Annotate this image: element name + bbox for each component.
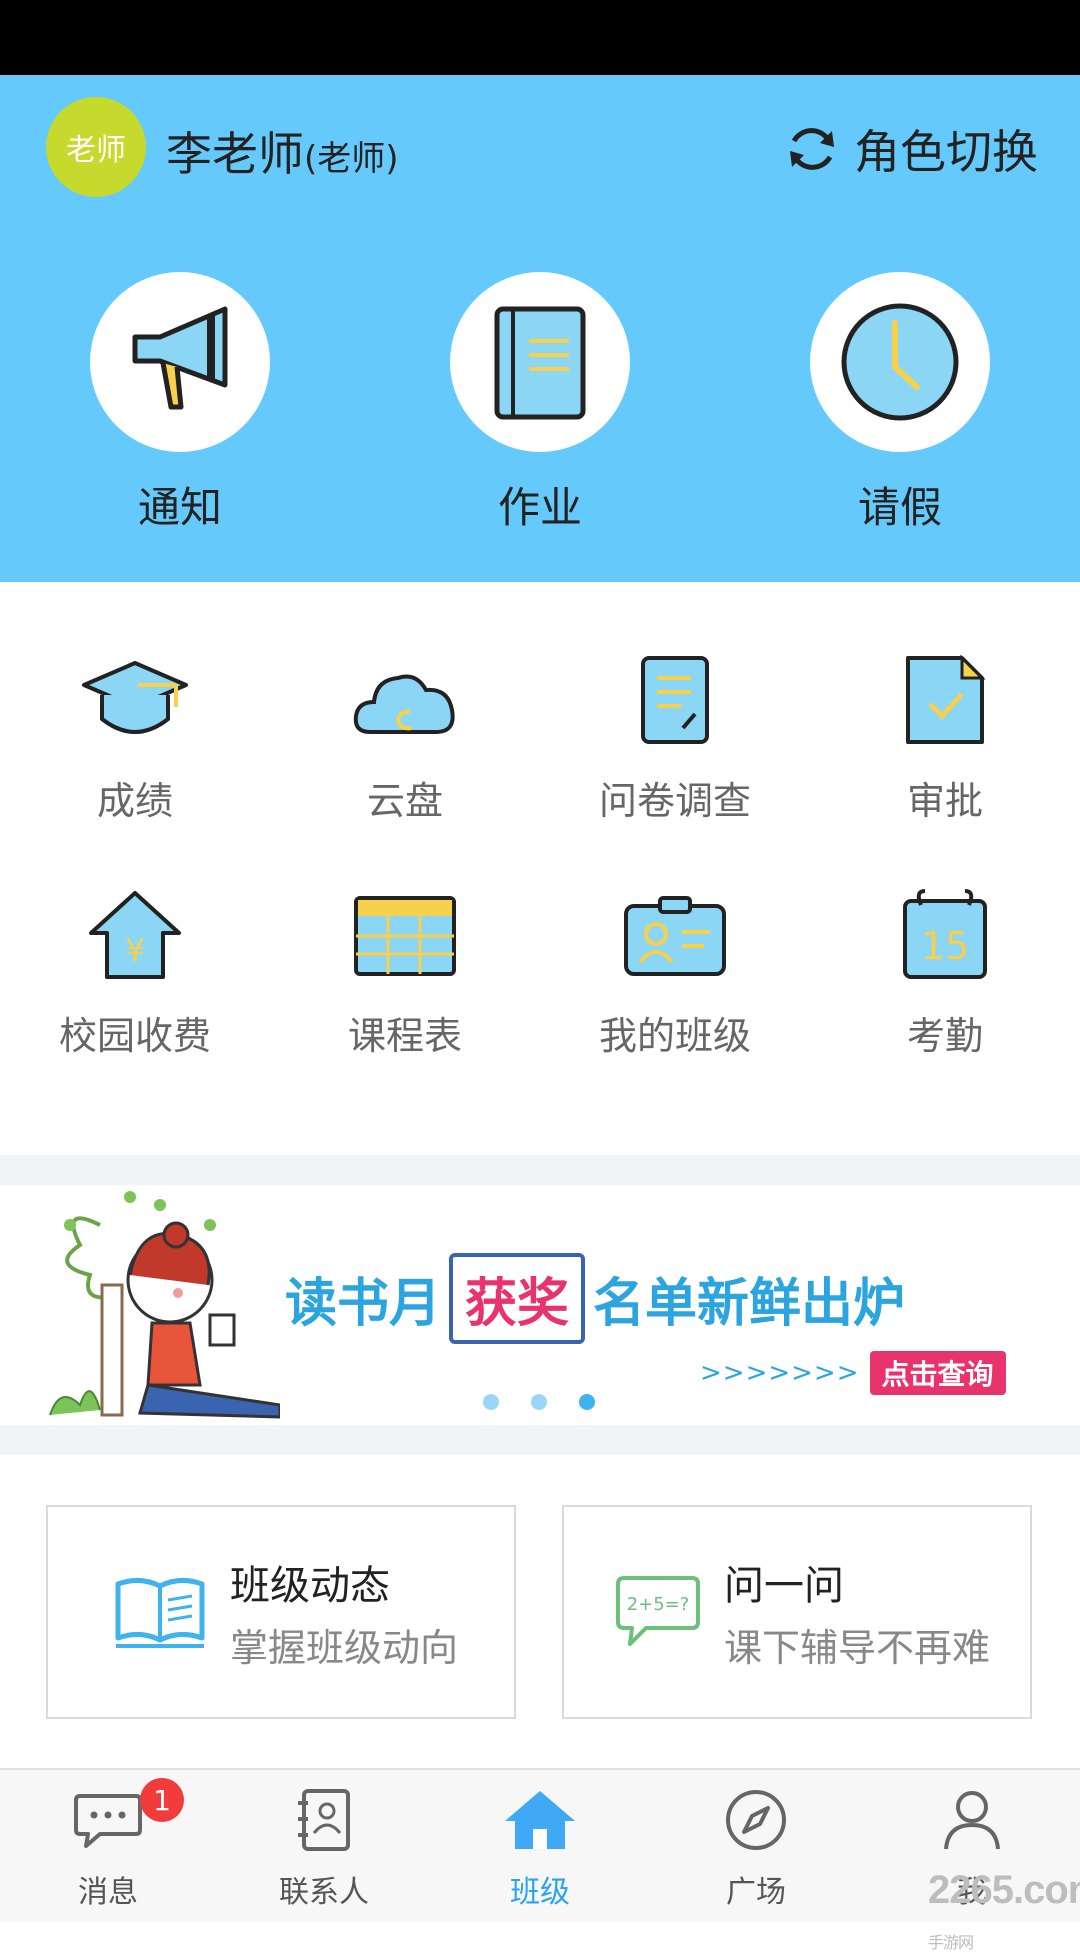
tab-class[interactable]: 班级 bbox=[470, 1785, 610, 1911]
banner-carousel[interactable]: 读书月 获奖 名单新鲜出炉 >>>>>>> 点击查询 bbox=[0, 1185, 1080, 1425]
user-role: (老师) bbox=[304, 139, 399, 179]
banner-text-prefix: 读书月 bbox=[285, 1274, 442, 1334]
notice-circle bbox=[90, 272, 270, 452]
avatar[interactable]: 老师 bbox=[46, 97, 146, 197]
chat-bubble-math-icon: 2+5=? bbox=[616, 1576, 700, 1646]
timetable-label: 课程表 bbox=[347, 1014, 462, 1058]
status-bar bbox=[0, 0, 1080, 75]
my-class-label: 我的班级 bbox=[598, 1014, 751, 1058]
my-class-button[interactable]: 我的班级 bbox=[565, 885, 785, 1060]
banner-cta-row: >>>>>>> 点击查询 bbox=[700, 1351, 1006, 1395]
reading-girl-illustration bbox=[49, 1191, 280, 1419]
home-icon bbox=[505, 1791, 575, 1849]
calendar-icon: 15 bbox=[903, 889, 987, 979]
attendance-label: 考勤 bbox=[906, 1014, 983, 1058]
questionnaire-button[interactable]: 问卷调查 bbox=[565, 650, 785, 825]
cloud-icon bbox=[353, 674, 455, 734]
ask-card[interactable]: 2+5=? 问一问 课下辅导不再难 bbox=[562, 1505, 1032, 1719]
leave-circle bbox=[810, 272, 990, 452]
role-switch-button[interactable]: 角色切换 bbox=[784, 116, 1038, 182]
role-switch-label: 角色切换 bbox=[854, 125, 1038, 179]
clock-icon bbox=[841, 303, 959, 421]
section-divider bbox=[0, 1425, 1080, 1455]
watermark-main: 2265.com bbox=[928, 1868, 1080, 1912]
bubble-text: 2+5=? bbox=[627, 1594, 690, 1615]
timetable-button[interactable]: 课程表 bbox=[295, 885, 515, 1060]
avatar-text: 老师 bbox=[66, 133, 126, 168]
attendance-button[interactable]: 15 考勤 bbox=[835, 885, 1055, 1060]
grade-button[interactable]: 成绩 bbox=[25, 650, 245, 825]
campus-fee-button[interactable]: ¥ 校园收费 bbox=[25, 885, 245, 1060]
person-icon bbox=[944, 1791, 1000, 1850]
carousel-dot-3[interactable] bbox=[579, 1394, 595, 1410]
watermark-small: 手游网 bbox=[928, 1935, 974, 1952]
timetable-icon bbox=[354, 896, 456, 976]
open-book-icon bbox=[115, 1578, 205, 1648]
graduation-cap-icon bbox=[82, 661, 188, 734]
tab-square-label: 广场 bbox=[726, 1875, 786, 1910]
questionnaire-label: 问卷调查 bbox=[598, 779, 751, 823]
notice-label: 通知 bbox=[137, 483, 222, 532]
watermark: 2265.com 手游网 bbox=[928, 1868, 1080, 1958]
questionnaire-icon bbox=[641, 656, 709, 744]
unread-badge: 1 bbox=[140, 1778, 184, 1822]
refresh-icon bbox=[790, 128, 834, 170]
class-news-title: 班级动态 bbox=[230, 1562, 390, 1609]
class-news-card[interactable]: 班级动态 掌握班级动向 bbox=[46, 1505, 516, 1719]
carousel-dot-2[interactable] bbox=[531, 1394, 547, 1410]
leave-button[interactable]: 请假 bbox=[810, 272, 990, 535]
approval-label: 审批 bbox=[906, 779, 983, 823]
contacts-icon bbox=[298, 1789, 350, 1851]
homework-button[interactable]: 作业 bbox=[450, 272, 630, 535]
tab-contacts[interactable]: 联系人 bbox=[254, 1785, 394, 1911]
tab-class-label: 班级 bbox=[510, 1875, 570, 1910]
cloud-drive-label: 云盘 bbox=[366, 779, 443, 823]
user-name-label: 李老师 (老师) bbox=[166, 118, 399, 184]
notice-button[interactable]: 通知 bbox=[90, 272, 270, 535]
banner-cta-button[interactable]: 点击查询 bbox=[869, 1351, 1006, 1395]
svg-text:¥: ¥ bbox=[125, 931, 145, 969]
campus-fee-label: 校园收费 bbox=[58, 1014, 211, 1058]
approval-doc-icon bbox=[906, 654, 986, 744]
calendar-number: 15 bbox=[921, 924, 969, 968]
notebook-icon bbox=[494, 306, 586, 420]
tab-square[interactable]: 广场 bbox=[686, 1785, 826, 1911]
tab-contacts-label: 联系人 bbox=[279, 1875, 369, 1910]
ask-subtitle: 课下辅导不再难 bbox=[724, 1625, 991, 1670]
approval-button[interactable]: 审批 bbox=[835, 650, 1055, 825]
banner-headline: 读书月 获奖 名单新鲜出炉 bbox=[285, 1253, 905, 1344]
section-divider bbox=[0, 1155, 1080, 1185]
house-yen-icon: ¥ bbox=[89, 891, 181, 979]
banner-text-highlight: 获奖 bbox=[449, 1253, 586, 1344]
megaphone-icon bbox=[132, 306, 228, 410]
banner-arrows: >>>>>>> bbox=[700, 1358, 860, 1388]
leave-label: 请假 bbox=[857, 483, 942, 532]
tab-messages-label: 消息 bbox=[78, 1875, 138, 1910]
id-card-icon bbox=[624, 896, 726, 976]
cloud-drive-button[interactable]: 云盘 bbox=[295, 650, 515, 825]
banner-text-suffix: 名单新鲜出炉 bbox=[593, 1274, 906, 1334]
homework-label: 作业 bbox=[497, 483, 582, 532]
class-news-subtitle: 掌握班级动向 bbox=[230, 1625, 459, 1670]
grade-label: 成绩 bbox=[96, 779, 173, 823]
message-icon bbox=[74, 1794, 142, 1848]
class-news-text: 班级动态 掌握班级动向 bbox=[230, 1553, 458, 1672]
ask-text: 问一问 课下辅导不再难 bbox=[724, 1553, 990, 1672]
carousel-dot-1[interactable] bbox=[483, 1394, 499, 1410]
homework-circle bbox=[450, 272, 630, 452]
compass-icon bbox=[726, 1790, 786, 1850]
ask-title: 问一问 bbox=[724, 1562, 844, 1609]
user-name: 李老师 bbox=[166, 127, 304, 181]
